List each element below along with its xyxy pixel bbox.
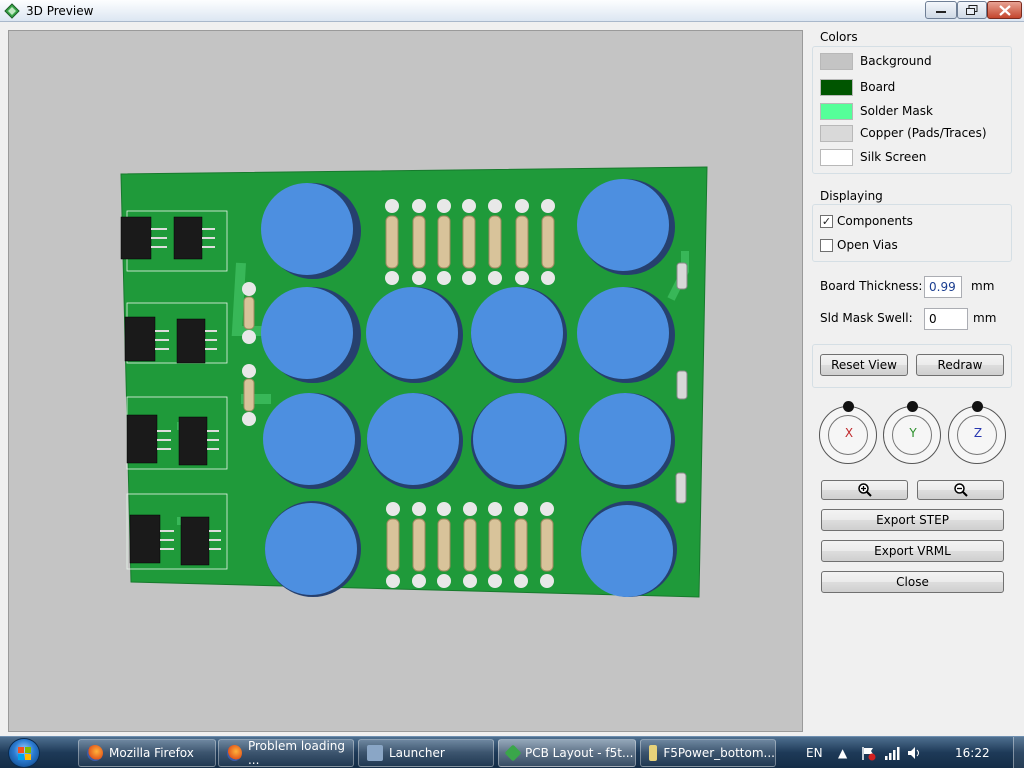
export-step-button[interactable]: Export STEP [821, 509, 1004, 531]
color-row-silk-screen[interactable]: Silk Screen [820, 148, 926, 166]
board-swatch[interactable] [820, 78, 853, 96]
minimize-button[interactable] [925, 1, 957, 19]
flag-icon [862, 747, 876, 761]
rotate-z-label: Z [973, 426, 983, 440]
board-thickness-input[interactable] [924, 276, 962, 298]
zoom-out-icon [953, 483, 968, 497]
solder-mask-swell-input[interactable] [924, 308, 968, 330]
background-label: Background [860, 54, 932, 68]
zoom-in-button[interactable] [821, 480, 908, 500]
components-checkbox[interactable]: ✓ [820, 214, 833, 228]
window-title: 3D Preview [26, 4, 94, 18]
rotate-x-dial[interactable]: X [819, 401, 877, 464]
export-vrml-button[interactable]: Export VRML [821, 540, 1004, 562]
volume-icon[interactable] [906, 737, 922, 768]
rotate-x-label: X [844, 426, 854, 440]
open-vias-checkbox[interactable] [820, 238, 833, 252]
taskbar-item-label: Mozilla Firefox [109, 746, 194, 760]
launcher-icon [367, 745, 383, 761]
action-center-icon[interactable] [860, 737, 876, 768]
components-checkbox-row[interactable]: ✓ Components [820, 214, 913, 228]
signal-bars-icon [885, 747, 900, 760]
taskbar-item-firefox[interactable]: Mozilla Firefox [78, 739, 216, 767]
restore-icon [966, 5, 978, 15]
firefox-icon [87, 745, 103, 761]
network-icon[interactable] [884, 737, 900, 768]
image-viewer-icon [649, 745, 658, 761]
pcb-layout-icon [504, 744, 522, 762]
show-hidden-icons[interactable]: ▲ [838, 737, 847, 768]
close-button[interactable]: Close [821, 571, 1004, 593]
open-vias-label: Open Vias [837, 238, 898, 252]
solder-mask-label: Solder Mask [860, 104, 933, 118]
solder-mask-swell-label: Sld Mask Swell: [820, 311, 913, 325]
taskbar-item-label: Problem loading ... [247, 739, 346, 767]
maximize-button[interactable] [957, 1, 987, 19]
taskbar: Mozilla Firefox Problem loading ... Laun… [0, 736, 1024, 768]
title-bar: 3D Preview [0, 0, 1024, 22]
reset-view-button[interactable]: Reset View [820, 354, 908, 376]
color-row-copper[interactable]: Copper (Pads/Traces) [820, 124, 987, 142]
taskbar-item-f5power-bottom[interactable]: F5Power_bottom... [640, 739, 776, 767]
silk-screen-swatch[interactable] [820, 148, 853, 166]
colors-group-title: Colors [820, 30, 858, 44]
color-row-background[interactable]: Background [820, 52, 932, 70]
open-vias-checkbox-row[interactable]: Open Vias [820, 238, 898, 252]
displaying-group-title: Displaying [820, 189, 883, 203]
taskbar-item-pcb-layout[interactable]: PCB Layout - f5t... [498, 739, 636, 767]
taskbar-item-label: Launcher [389, 746, 445, 760]
clock[interactable]: 16:22 [955, 737, 990, 768]
taskbar-item-label: F5Power_bottom... [663, 746, 775, 760]
displaying-group [812, 204, 1012, 262]
rotate-z-dial[interactable]: Z [948, 401, 1006, 464]
board-thickness-label: Board Thickness: [820, 279, 923, 293]
minimize-icon [936, 11, 946, 13]
rotate-z-knob[interactable] [972, 401, 983, 412]
pcb-board-render [120, 166, 708, 598]
firefox-icon [227, 745, 242, 761]
redraw-button[interactable]: Redraw [916, 354, 1004, 376]
language-indicator[interactable]: EN [806, 737, 823, 768]
app-icon [4, 3, 20, 19]
zoom-out-button[interactable] [917, 480, 1004, 500]
close-icon [998, 4, 1011, 16]
taskbar-item-launcher[interactable]: Launcher [358, 739, 494, 767]
board-label: Board [860, 80, 896, 94]
copper-label: Copper (Pads/Traces) [860, 126, 987, 140]
rotate-x-knob[interactable] [843, 401, 854, 412]
solder-mask-swell-unit: mm [973, 311, 997, 325]
start-button[interactable] [8, 738, 40, 768]
copper-swatch[interactable] [820, 124, 853, 142]
taskbar-item-problem-loading[interactable]: Problem loading ... [218, 739, 354, 767]
silk-screen-label: Silk Screen [860, 150, 927, 164]
taskbar-item-label: PCB Layout - f5t... [525, 746, 634, 760]
rotate-y-knob[interactable] [907, 401, 918, 412]
windows-logo-icon [18, 747, 31, 760]
color-row-board[interactable]: Board [820, 78, 895, 96]
board-thickness-unit: mm [971, 279, 995, 293]
close-window-button[interactable] [987, 1, 1022, 19]
rotate-y-dial[interactable]: Y [883, 401, 941, 464]
speaker-icon [908, 747, 919, 759]
rotate-y-label: Y [909, 426, 917, 440]
preview-window: Colors Background Board Solder Mask Copp… [0, 22, 1024, 736]
color-row-solder-mask[interactable]: Solder Mask [820, 102, 933, 120]
show-desktop-button[interactable] [1013, 737, 1024, 768]
zoom-in-icon [857, 483, 872, 497]
background-swatch[interactable] [820, 52, 853, 70]
solder-mask-swatch[interactable] [820, 102, 853, 120]
components-label: Components [837, 214, 913, 228]
3d-viewport[interactable] [8, 30, 803, 732]
